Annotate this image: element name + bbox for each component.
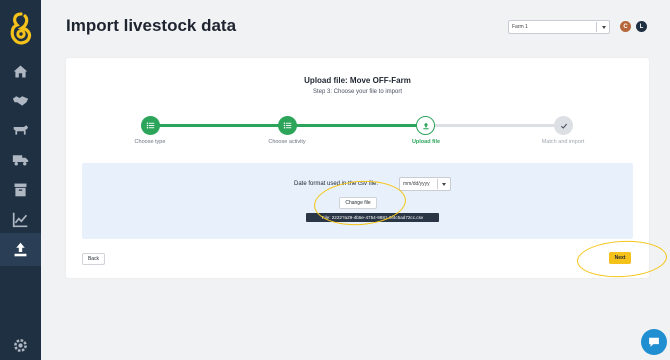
change-file-button[interactable]: Change file [339,197,377,209]
next-button[interactable]: Next [609,252,631,264]
date-format-select[interactable]: mm/dd/yyyy [399,177,451,191]
back-button[interactable]: Back [82,253,105,265]
chart-line-icon[interactable] [11,210,30,229]
chat-bubble-icon [649,337,659,347]
step-upload-file[interactable] [416,116,435,135]
step-match-import[interactable] [554,116,573,135]
file-name-badge: File: 2222?a29-4b5e-4754-9881-0f4c5ad72c… [306,213,439,222]
step-choose-type[interactable] [141,116,160,135]
step-label-choose-type: Choose type [134,139,166,145]
stepper-track-pending [430,124,564,127]
card-subtitle: Step 3: Choose your file to import [312,89,403,95]
import-card: Upload file: Move OFF-Farm Step 3: Choos… [66,58,649,278]
chat-button[interactable] [641,329,667,355]
handshake-icon[interactable] [11,91,30,110]
farm-select-value: Farm 1 [512,24,528,30]
truck-icon[interactable] [11,150,30,169]
page-title: Import livestock data [66,16,237,35]
farm-select-separator [596,22,597,32]
upload-icon[interactable] [11,240,30,259]
upload-area: Date format used in the csv file: mm/dd/… [82,163,633,239]
step-choose-activity[interactable] [278,116,297,135]
home-icon[interactable] [11,62,30,81]
date-select-separator [437,179,438,189]
check-icon [560,123,567,129]
step-label-upload-file: Upload file [411,139,441,145]
date-format-value: mm/dd/yyyy [403,181,430,187]
chevron-down-icon [442,183,446,186]
list-icon [146,122,155,129]
archive-icon[interactable] [11,180,30,199]
chevron-down-icon [602,26,606,29]
avatar-l[interactable]: L [636,21,647,32]
cow-icon[interactable] [11,120,30,139]
sidebar [0,0,41,360]
card-title: Upload file: Move OFF-Farm [304,76,411,85]
upload-icon [422,122,429,129]
step-label-match-import: Match and import [541,139,585,145]
farm-select[interactable]: Farm 1 [508,20,610,34]
avatar-c[interactable]: C [620,21,631,32]
gear-icon[interactable] [11,336,30,355]
list-icon [283,122,292,129]
app-logo[interactable] [9,12,33,46]
date-format-label: Date format used in the csv file: [294,181,379,187]
step-label-choose-activity: Choose activity [268,139,306,145]
